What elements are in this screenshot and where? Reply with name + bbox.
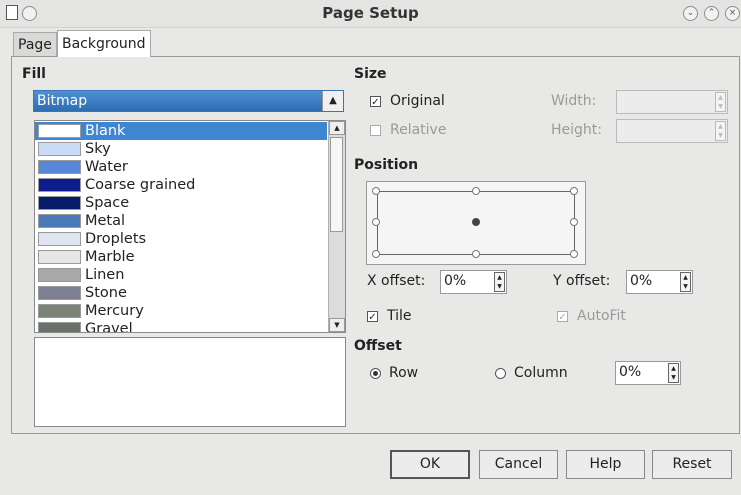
bitmap-list[interactable]: Blank Sky Water Coarse grained Space Metal Dro… xyxy=(34,120,346,333)
size-heading: Size xyxy=(354,66,387,82)
width-label: Width: xyxy=(551,93,597,109)
bitmap-list-item[interactable]: Space xyxy=(35,194,327,212)
bitmap-swatch xyxy=(38,286,81,300)
bitmap-list-item[interactable]: Blank xyxy=(35,122,327,140)
bitmap-label: Droplets xyxy=(85,231,147,247)
bitmap-label: Coarse grained xyxy=(85,177,196,193)
position-grid[interactable] xyxy=(366,181,586,265)
bitmap-swatch xyxy=(38,124,81,138)
tile-label: Tile xyxy=(387,308,412,324)
position-center[interactable] xyxy=(472,218,480,226)
tile-checkbox[interactable]: ✓ xyxy=(367,311,378,323)
bitmap-list-item[interactable]: Metal xyxy=(35,212,327,230)
position-bottom-right[interactable] xyxy=(570,250,578,258)
close-icon[interactable]: × xyxy=(725,6,740,21)
bitmap-swatch xyxy=(38,268,81,282)
bitmap-label: Mercury xyxy=(85,303,144,319)
x-offset-label: X offset: xyxy=(367,273,426,289)
position-top-left[interactable] xyxy=(372,187,380,195)
bitmap-label: Marble xyxy=(85,249,135,265)
row-label: Row xyxy=(389,365,419,381)
bitmap-swatch xyxy=(38,304,81,318)
window-title: Page Setup xyxy=(322,4,419,22)
position-top-center[interactable] xyxy=(472,187,480,195)
bitmap-label: Blank xyxy=(85,123,126,139)
scroll-thumb[interactable] xyxy=(330,137,343,232)
bitmap-list-item[interactable]: Coarse grained xyxy=(35,176,327,194)
tab-background[interactable]: Background xyxy=(57,30,151,57)
bitmap-label: Water xyxy=(85,159,128,175)
spin-arrows-icon: ▲ xyxy=(322,91,343,111)
bitmap-list-item[interactable]: Gravel xyxy=(35,320,327,333)
scroll-up-icon[interactable]: ▲ xyxy=(329,121,345,135)
x-offset-spin-icon[interactable]: ▲ ▼ xyxy=(494,272,505,292)
offset-value: 0% xyxy=(619,364,642,380)
bitmap-label: Space xyxy=(85,195,130,211)
y-offset-value: 0% xyxy=(630,273,653,289)
bitmap-label: Linen xyxy=(85,267,125,283)
height-spin-icon[interactable]: ▲ ▼ xyxy=(715,121,726,141)
bitmap-list-item[interactable]: Marble xyxy=(35,248,327,266)
scroll-down-icon[interactable]: ▼ xyxy=(329,318,345,332)
list-scrollbar[interactable]: ▲ ▼ xyxy=(328,121,345,332)
y-offset-spin-icon[interactable]: ▲ ▼ xyxy=(680,272,691,292)
fill-type-value: Bitmap xyxy=(37,93,88,109)
relative-checkbox[interactable] xyxy=(370,125,381,136)
bitmap-list-item[interactable]: Droplets xyxy=(35,230,327,248)
x-offset-field[interactable]: 0% ▲ ▼ xyxy=(440,270,507,294)
width-spin-icon[interactable]: ▲ ▼ xyxy=(715,92,726,112)
offset-spin-icon[interactable]: ▲ ▼ xyxy=(668,363,679,383)
column-radio[interactable] xyxy=(495,368,506,379)
bitmap-list-item[interactable]: Stone xyxy=(35,284,327,302)
bitmap-label: Gravel xyxy=(85,321,133,333)
bitmap-swatch xyxy=(38,250,81,264)
bitmap-label: Sky xyxy=(85,141,111,157)
reset-button[interactable]: Reset xyxy=(652,450,732,479)
bitmap-label: Metal xyxy=(85,213,126,229)
bitmap-swatch xyxy=(38,178,81,192)
height-label: Height: xyxy=(551,122,602,138)
ok-button[interactable]: OK xyxy=(390,450,470,479)
width-field[interactable]: ▲ ▼ xyxy=(616,90,728,114)
position-heading: Position xyxy=(354,157,419,173)
bitmap-swatch xyxy=(38,322,81,332)
offset-field[interactable]: 0% ▲ ▼ xyxy=(615,361,681,385)
original-label: Original xyxy=(390,93,445,109)
original-checkbox[interactable]: ✓ xyxy=(370,96,381,108)
bitmap-swatch xyxy=(38,232,81,246)
bitmap-swatch xyxy=(38,142,81,156)
y-offset-label: Y offset: xyxy=(553,273,611,289)
maximize-icon[interactable]: ⌃ xyxy=(704,6,719,21)
autofit-label: AutoFit xyxy=(577,308,626,324)
bitmap-label: Stone xyxy=(85,285,127,301)
position-top-right[interactable] xyxy=(570,187,578,195)
relative-label: Relative xyxy=(390,122,447,138)
bitmap-swatch xyxy=(38,160,81,174)
tab-page[interactable]: Page xyxy=(13,32,57,57)
offset-heading: Offset xyxy=(354,338,402,354)
cancel-button[interactable]: Cancel xyxy=(479,450,558,479)
bitmap-preview xyxy=(34,337,346,427)
x-offset-value: 0% xyxy=(444,273,467,289)
position-bottom-left[interactable] xyxy=(372,250,380,258)
minimize-icon[interactable]: ⌄ xyxy=(683,6,698,21)
bitmap-list-item[interactable]: Water xyxy=(35,158,327,176)
bitmap-list-item[interactable]: Linen xyxy=(35,266,327,284)
help-button[interactable]: Help xyxy=(566,450,645,479)
column-label: Column xyxy=(514,365,568,381)
y-offset-field[interactable]: 0% ▲ ▼ xyxy=(626,270,693,294)
height-field[interactable]: ▲ ▼ xyxy=(616,119,728,143)
position-middle-right[interactable] xyxy=(570,218,578,226)
position-middle-left[interactable] xyxy=(372,218,380,226)
position-bottom-center[interactable] xyxy=(472,250,480,258)
fill-heading: Fill xyxy=(22,66,46,82)
bitmap-swatch xyxy=(38,214,81,228)
bitmap-list-item[interactable]: Mercury xyxy=(35,302,327,320)
title-bar: Page Setup ⌄ ⌃ × xyxy=(0,0,741,28)
bitmap-swatch xyxy=(38,196,81,210)
row-radio[interactable] xyxy=(370,368,381,379)
autofit-checkbox[interactable]: ✓ xyxy=(557,311,568,323)
fill-type-select[interactable]: Bitmap ▲ xyxy=(33,90,344,112)
bitmap-list-item[interactable]: Sky xyxy=(35,140,327,158)
